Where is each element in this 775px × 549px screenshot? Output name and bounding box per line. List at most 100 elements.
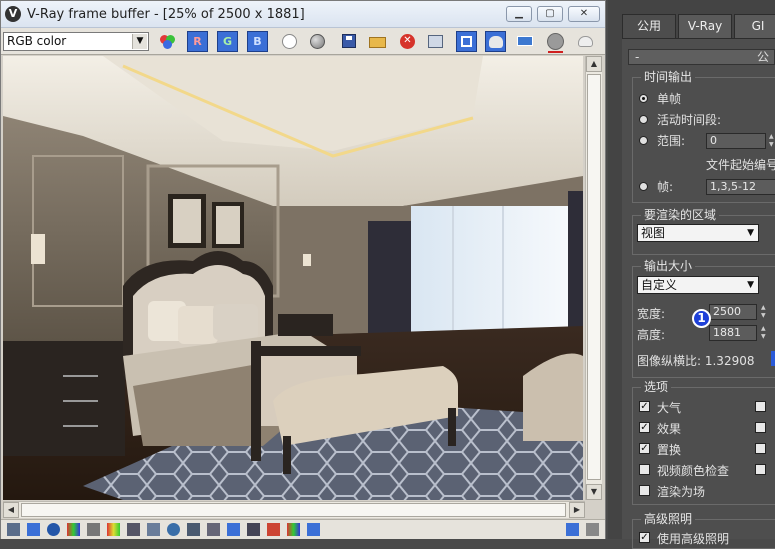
settings-window-icon[interactable] <box>566 523 579 536</box>
single-frame-label: 单帧 <box>657 92 682 106</box>
common-parameters-rollout[interactable]: - 公 <box>628 49 775 65</box>
aspect-ratio-label: 图像纵横比: 1.32908 <box>637 354 755 368</box>
blue-channel-button[interactable]: B <box>247 31 268 52</box>
displacement-checkbox[interactable]: ✓ <box>639 443 650 454</box>
output-preset-value: 自定义 <box>641 278 678 292</box>
maximize-button[interactable]: ▢ <box>537 6 563 22</box>
option-right-4-checkbox[interactable] <box>755 464 766 475</box>
option-right-2-checkbox[interactable] <box>755 422 766 433</box>
vertical-scrollbar[interactable]: ▲ ▼ <box>585 56 602 500</box>
range-radio[interactable] <box>639 136 648 145</box>
render-area-group: 要渲染的区域 视图 ▼ <box>632 208 775 255</box>
duplicate-to-mtl-button[interactable] <box>425 31 446 52</box>
load-image-button[interactable] <box>367 31 388 52</box>
color-correct-icon[interactable] <box>67 523 80 536</box>
color-channels-icon[interactable] <box>157 31 178 52</box>
effects-checkbox[interactable]: ✓ <box>639 422 650 433</box>
horizontal-scrollbar[interactable]: ◀ ▶ <box>3 501 585 518</box>
clear-image-button[interactable]: ✕ <box>397 31 418 52</box>
render-area-select[interactable]: 视图 ▼ <box>637 224 759 242</box>
close-button[interactable]: ✕ <box>568 6 600 22</box>
vfb-title: V-Ray frame buffer - [25% of 2500 x 1881… <box>27 7 305 22</box>
save-image-button[interactable] <box>339 31 360 52</box>
minimize-button[interactable]: ▁ <box>506 6 532 22</box>
vfb-window: V V-Ray frame buffer - [25% of 2500 x 18… <box>0 0 606 539</box>
info-icon[interactable] <box>47 523 60 536</box>
stop-underline-icon <box>548 51 563 53</box>
height-spinner-icon[interactable]: ▲ ▼ <box>761 325 768 341</box>
output-preset-select[interactable]: 自定义 ▼ <box>637 276 759 294</box>
render-area-title: 要渲染的区域 <box>641 208 720 222</box>
tab-gi[interactable]: GI <box>734 14 775 38</box>
stop-icon <box>547 33 564 50</box>
hsl-icon[interactable] <box>87 523 100 536</box>
render-to-fields-checkbox[interactable] <box>639 485 650 496</box>
horizontal-scroll-thumb[interactable] <box>21 503 566 517</box>
use-advanced-lighting-checkbox[interactable]: ✓ <box>639 532 650 543</box>
vfb-title-bar[interactable]: V V-Ray frame buffer - [25% of 2500 x 18… <box>1 1 605 28</box>
effects-label: 效果 <box>657 422 682 436</box>
monochrome-button[interactable] <box>307 31 328 52</box>
lut-icon[interactable] <box>227 523 240 536</box>
region-icon <box>461 36 472 47</box>
scroll-down-icon[interactable]: ▼ <box>586 484 602 500</box>
track-mouse-button[interactable] <box>515 31 536 52</box>
time-output-group: 时间输出 单帧 活动时间段: 范围: 0 ▲ ▼ 文件起始编号 帧: 1,3,5-… <box>632 70 775 203</box>
curve-icon[interactable] <box>187 523 200 536</box>
range-start-field[interactable]: 0 <box>706 133 766 149</box>
tab-common[interactable]: 公用 <box>622 14 676 38</box>
render-last-button[interactable] <box>485 31 506 52</box>
width-field[interactable]: 2500 <box>709 304 757 320</box>
vertical-scroll-thumb[interactable] <box>587 74 601 480</box>
active-segment-radio[interactable] <box>639 115 648 124</box>
file-number-label: 文件起始编号 <box>706 158 775 172</box>
panel-icon[interactable] <box>7 523 20 536</box>
option-right-1-checkbox[interactable] <box>755 401 766 412</box>
view-white-button[interactable] <box>279 31 300 52</box>
display-icon[interactable] <box>307 523 320 536</box>
levels-icon[interactable] <box>107 523 120 536</box>
width-spinner-icon[interactable]: ▲ ▼ <box>761 304 768 320</box>
scroll-left-icon[interactable]: ◀ <box>3 502 19 518</box>
channel-select[interactable]: RGB color ▼ <box>3 32 149 51</box>
exposure-icon[interactable] <box>147 523 160 536</box>
scroll-up-icon[interactable]: ▲ <box>586 56 602 72</box>
option-right-3-checkbox[interactable] <box>755 443 766 454</box>
rollout-collapse-sign: - <box>635 50 640 64</box>
history-icon[interactable] <box>27 523 40 536</box>
aspect-lock-icon[interactable] <box>771 351 775 366</box>
options-title: 选项 <box>641 380 672 394</box>
ocio-icon[interactable] <box>267 523 280 536</box>
output-size-title: 输出大小 <box>641 259 696 273</box>
chevron-down-icon: ▼ <box>132 34 147 49</box>
icc-icon[interactable] <box>287 523 300 536</box>
scroll-right-icon[interactable]: ▶ <box>569 502 585 518</box>
height-field[interactable]: 1881 <box>709 325 757 341</box>
single-frame-radio[interactable] <box>639 94 648 103</box>
range-spinner-icon[interactable]: ▲ ▼ <box>769 133 775 149</box>
histogram-icon[interactable] <box>127 523 140 536</box>
render-to-fields-label: 渲染为场 <box>657 485 706 499</box>
advanced-lighting-group: 高级照明 ✓ 使用高级照明 <box>632 512 775 549</box>
atmospherics-checkbox[interactable]: ✓ <box>639 401 650 412</box>
channel-select-value: RGB color <box>7 34 67 48</box>
video-check-checkbox[interactable] <box>639 464 650 475</box>
region-render-button[interactable] <box>456 31 477 52</box>
tab-vray[interactable]: V-Ray <box>678 14 732 38</box>
range-label: 范围: <box>657 134 686 148</box>
red-channel-button[interactable]: R <box>187 31 208 52</box>
render-button[interactable] <box>575 31 596 52</box>
rendered-image[interactable] <box>3 56 583 500</box>
frames-label: 帧: <box>657 180 674 194</box>
green-channel-button[interactable]: G <box>217 31 238 52</box>
h-icon[interactable] <box>247 523 260 536</box>
blue-dot-icon <box>163 40 172 49</box>
render-area-value: 视图 <box>641 226 666 240</box>
pin-icon[interactable] <box>586 523 599 536</box>
frames-radio[interactable] <box>639 182 648 191</box>
stop-render-button[interactable] <box>545 31 566 53</box>
teapot-icon <box>489 36 503 48</box>
graph-icon[interactable] <box>207 523 220 536</box>
frames-field[interactable]: 1,3,5-12 <box>706 179 775 195</box>
white-balance-icon[interactable] <box>167 523 180 536</box>
